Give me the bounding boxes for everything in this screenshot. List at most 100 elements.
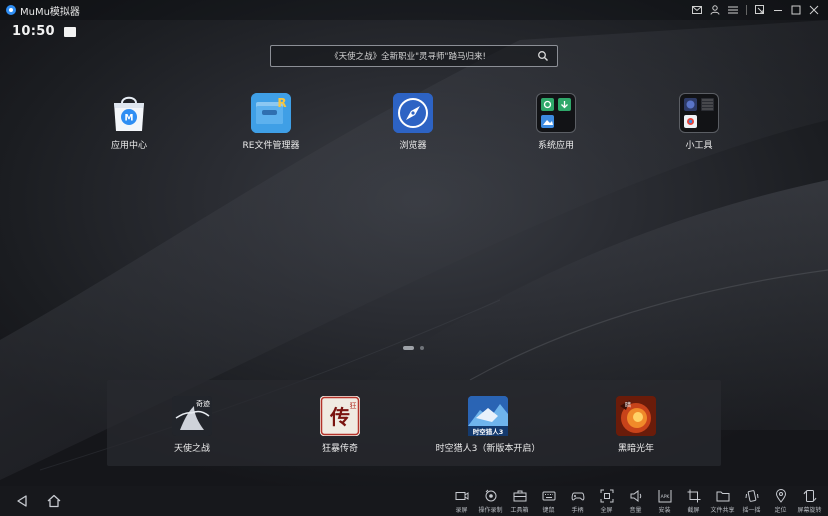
tools-folder[interactable]: 小工具 (654, 93, 744, 151)
android-status-bar: 10:50 (12, 24, 76, 39)
minimize-icon[interactable] (770, 2, 786, 18)
page-dot-active[interactable] (403, 346, 414, 350)
search-icon[interactable] (537, 50, 549, 62)
maximize-icon[interactable] (788, 2, 804, 18)
system-apps-folder-icon (536, 93, 576, 133)
window-title: MuMu模拟器 (20, 6, 80, 18)
tool-file-share[interactable]: 文件共享 (708, 489, 737, 515)
heian-guangnian-icon: 暗 (616, 396, 656, 436)
shikong-lieren3-icon: 时空猎人3 (468, 396, 508, 436)
tool-shake[interactable]: 摇一摇 (737, 489, 766, 515)
screenshot-icon (687, 489, 700, 503)
volume-icon (630, 490, 641, 502)
shake-icon (745, 490, 758, 502)
tool-macro-record[interactable]: 操作录制 (476, 489, 505, 515)
tool-label: 定位 (774, 507, 787, 514)
tool-label: 操作录制 (478, 507, 503, 514)
re-file-manager-icon: R (251, 93, 291, 133)
sd-card-icon (63, 26, 76, 37)
app-label: 小工具 (685, 141, 713, 151)
svg-text:APK: APK (660, 494, 670, 500)
tool-label: 屏幕旋转 (797, 507, 822, 514)
emulator-tools: 录屏 操作录制 工具箱 键鼠 手柄 全屏 音量 APK 安装 截屏 文件共享 摇… (447, 489, 824, 515)
dock: 奇迹 天使之战 传 狂 狂暴传奇 时空猎人3 时空猎人3（新版本开启） 暗 黑暗… (107, 380, 721, 466)
app-center[interactable]: M 应用中心 (84, 93, 174, 151)
app-label: 应用中心 (110, 141, 147, 151)
tool-gamepad[interactable]: 手柄 (563, 489, 592, 515)
tool-record-screen[interactable]: 录屏 (447, 489, 476, 515)
re-file-manager[interactable]: R RE文件管理器 (226, 93, 316, 151)
bottom-toolbar: 录屏 操作录制 工具箱 键鼠 手柄 全屏 音量 APK 安装 截屏 文件共享 摇… (0, 486, 828, 516)
tool-screenshot[interactable]: 截屏 (679, 489, 708, 515)
app-label: 时空猎人3（新版本开启） (435, 444, 541, 454)
app-label: 浏览器 (399, 141, 427, 151)
dock-app-shikong[interactable]: 时空猎人3 时空猎人3（新版本开启） (436, 396, 540, 454)
tool-rotate-screen[interactable]: 屏幕旋转 (795, 489, 824, 515)
tool-fullscreen[interactable]: 全屏 (592, 489, 621, 515)
user-icon[interactable] (707, 2, 723, 18)
browser-compass-icon (393, 93, 433, 133)
title-separator (746, 5, 747, 15)
keyboard-icon (542, 491, 555, 501)
tool-label: 音量 (629, 507, 642, 514)
macro-record-icon (485, 489, 496, 502)
fullscreen-icon (600, 489, 613, 503)
restore-icon[interactable] (752, 2, 768, 18)
svg-text:狂: 狂 (350, 402, 357, 410)
dock-app-tianshi[interactable]: 奇迹 天使之战 (147, 396, 237, 454)
tool-location[interactable]: 定位 (766, 489, 795, 515)
tianshi-zhizhan-icon: 奇迹 (172, 396, 212, 436)
title-bar: MuMu模拟器 (0, 0, 828, 20)
mumu-logo-icon (6, 5, 16, 15)
app-label: RE文件管理器 (242, 141, 300, 151)
app-label: 狂暴传奇 (321, 444, 358, 454)
kuangbao-chuanqi-icon: 传 狂 (320, 396, 360, 436)
rotate-screen-icon (803, 490, 816, 502)
location-icon (775, 489, 786, 503)
menu-icon[interactable] (725, 2, 741, 18)
tool-label: 文件共享 (710, 507, 735, 514)
tool-label: 键鼠 (542, 507, 555, 514)
tool-keyboard[interactable]: 键鼠 (534, 489, 563, 515)
window-controls (689, 2, 822, 18)
svg-text:R: R (277, 96, 286, 110)
tool-toolbox[interactable]: 工具箱 (505, 489, 534, 515)
browser[interactable]: 浏览器 (368, 93, 458, 151)
tool-label: 全屏 (600, 507, 613, 514)
home-icon[interactable] (46, 493, 62, 509)
tool-volume[interactable]: 音量 (621, 489, 650, 515)
mail-icon[interactable] (689, 2, 705, 18)
system-apps-folder[interactable]: 系统应用 (511, 93, 601, 151)
svg-text:传: 传 (329, 405, 350, 429)
svg-text:M: M (125, 114, 134, 124)
dock-app-kuangbao[interactable]: 传 狂 狂暴传奇 (295, 396, 385, 454)
app-center-icon: M (109, 93, 149, 133)
tool-label: 录屏 (455, 507, 468, 514)
dock-app-heian[interactable]: 暗 黑暗光年 (591, 396, 681, 454)
file-share-icon (716, 491, 729, 502)
toolbox-icon (513, 490, 526, 502)
svg-text:奇迹: 奇迹 (196, 399, 210, 408)
app-label: 系统应用 (537, 141, 574, 151)
close-icon[interactable] (806, 2, 822, 18)
tool-label: 安装 (658, 507, 671, 514)
page-indicator (403, 346, 424, 350)
svg-text:暗: 暗 (625, 401, 631, 409)
record-screen-icon (455, 492, 468, 500)
search-promo-text: 《天使之战》全新职业"灵寻师"踏马归来! (330, 52, 486, 62)
search-bar[interactable]: 《天使之战》全新职业"灵寻师"踏马归来! (270, 45, 558, 67)
tool-label: 手柄 (571, 507, 584, 514)
svg-text:时空猎人3: 时空猎人3 (473, 427, 504, 436)
page-dot[interactable] (420, 346, 424, 350)
app-label: 天使之战 (173, 444, 210, 454)
tool-label: 工具箱 (510, 507, 529, 514)
tool-label: 摇一摇 (742, 507, 761, 514)
gamepad-icon (571, 492, 584, 501)
tool-label: 截屏 (687, 507, 700, 514)
tools-folder-icon (679, 93, 719, 133)
apk-install-icon: APK (658, 490, 671, 503)
tool-apk-install[interactable]: APK 安装 (650, 489, 679, 515)
app-label: 黑暗光年 (617, 444, 654, 454)
back-icon[interactable] (14, 493, 30, 509)
clock: 10:50 (12, 24, 55, 39)
